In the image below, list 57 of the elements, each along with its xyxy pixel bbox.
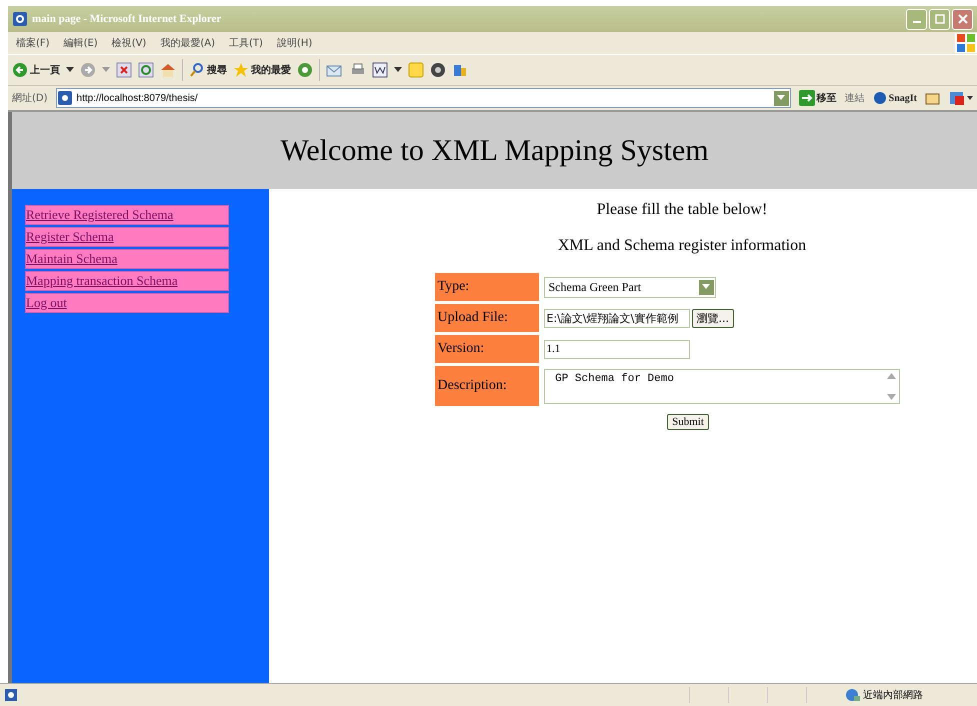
- form-label: Version:: [434, 335, 538, 363]
- menu-item[interactable]: 檔案(F): [16, 36, 50, 50]
- menu-item[interactable]: 工具(T): [229, 36, 263, 50]
- zone-text: 近端內部網路: [863, 688, 924, 702]
- nav-link[interactable]: Register Schema: [25, 227, 229, 247]
- window-capture-icon[interactable]: [925, 91, 941, 105]
- forward-icon[interactable]: [80, 62, 96, 78]
- maximize-button[interactable]: [929, 8, 950, 30]
- description-field[interactable]: GP Schema for Demo: [544, 368, 900, 404]
- refresh-icon[interactable]: [138, 62, 154, 78]
- menu-item[interactable]: 我的最愛(A): [160, 36, 215, 50]
- close-icon: [958, 14, 968, 24]
- search-button[interactable]: 搜尋: [189, 62, 227, 78]
- menu-item[interactable]: 說明(H): [276, 36, 312, 50]
- scroll-up-icon[interactable]: [886, 372, 896, 378]
- browse-button[interactable]: 瀏覽...: [692, 308, 734, 328]
- browser-icon: [12, 11, 28, 27]
- network-icon: [845, 688, 861, 702]
- file-path-field[interactable]: E:\論文\煋翔論文\實作範例: [544, 308, 690, 328]
- go-button[interactable]: 移至: [798, 90, 837, 106]
- word-icon[interactable]: [372, 62, 388, 78]
- nav-link[interactable]: Log out: [25, 293, 229, 313]
- form-label: Description:: [434, 366, 538, 406]
- window-title: main page - Microsoft Internet Explorer: [32, 13, 222, 25]
- instruction-text: Please fill the table below!: [596, 201, 768, 219]
- star-icon: [233, 62, 249, 78]
- page-icon: [56, 90, 73, 106]
- form-title: XML and Schema register information: [558, 237, 806, 255]
- back-button[interactable]: 上一頁: [12, 62, 60, 78]
- search-icon: [189, 62, 205, 78]
- stop-icon[interactable]: [116, 62, 132, 78]
- menu-item[interactable]: 檢視(V): [112, 36, 146, 50]
- nav-link[interactable]: Maintain Schema: [25, 249, 229, 269]
- nav-link[interactable]: Retrieve Registered Schema: [25, 205, 229, 225]
- nav-link[interactable]: Mapping transaction Schema: [25, 271, 229, 291]
- page-icon: [4, 688, 18, 702]
- address-label: 網址(D): [12, 92, 48, 105]
- home-icon[interactable]: [160, 62, 176, 78]
- snagit-button[interactable]: SnagIt: [872, 91, 917, 105]
- menu-item[interactable]: 編輯(E): [64, 36, 98, 50]
- note-icon[interactable]: [408, 62, 424, 78]
- minimize-icon: [912, 21, 920, 23]
- links-button[interactable]: 連結: [844, 91, 865, 105]
- dropdown-arrow-icon[interactable]: [66, 67, 74, 73]
- dropdown-arrow-icon[interactable]: [394, 67, 402, 73]
- scroll-down-icon[interactable]: [886, 394, 896, 400]
- submit-button[interactable]: Submit: [667, 414, 709, 430]
- address-field[interactable]: http://localhost:8079/thesis/: [56, 88, 791, 108]
- maximize-icon: [934, 14, 944, 24]
- favorites-button[interactable]: 我的最愛: [233, 62, 291, 78]
- close-button[interactable]: [952, 8, 973, 30]
- version-field[interactable]: 1.1: [544, 340, 690, 358]
- type-select[interactable]: Schema Green Part: [544, 276, 716, 298]
- page-heading: Welcome to XML Mapping System: [280, 134, 709, 168]
- form-label: Type:: [434, 273, 538, 301]
- minimize-button[interactable]: [906, 8, 927, 30]
- form-label: Upload File:: [434, 304, 538, 332]
